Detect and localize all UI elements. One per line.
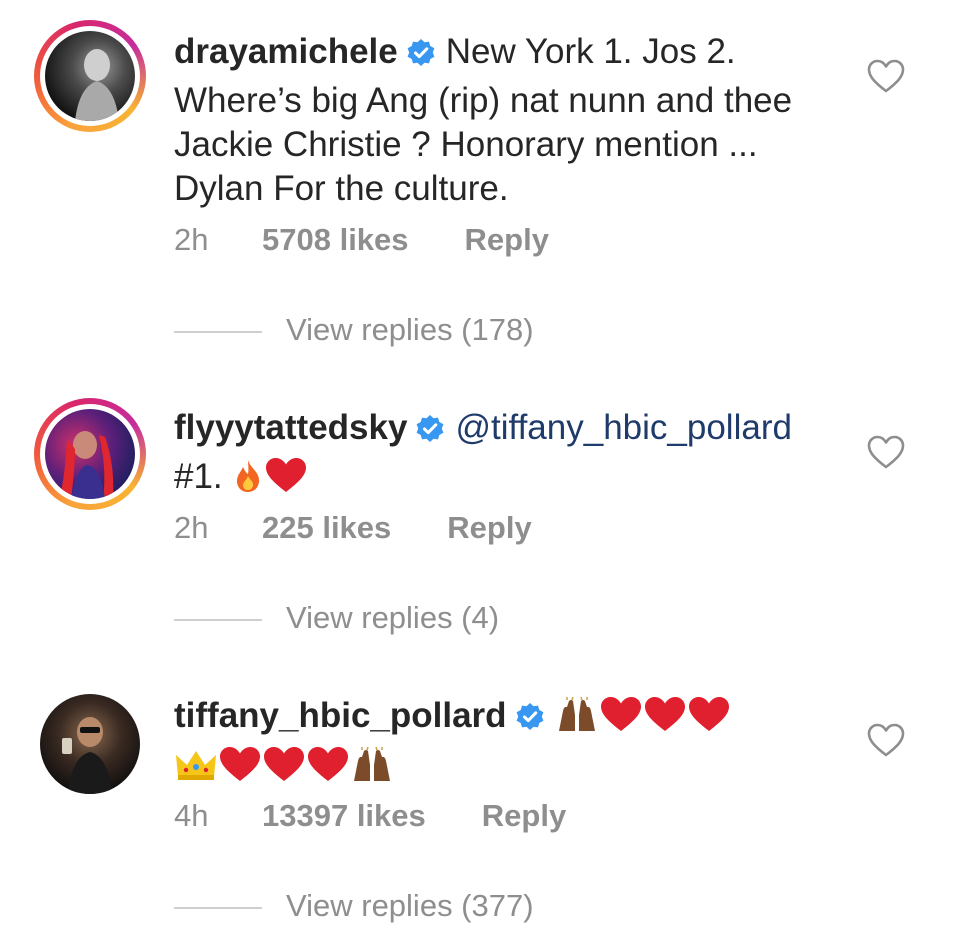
fire-emoji (232, 458, 264, 505)
red-heart-emoji (262, 745, 306, 794)
view-replies-button[interactable]: View replies (377) (174, 888, 534, 924)
raising-hands-emoji (350, 746, 394, 794)
comment-time: 2h (174, 510, 209, 545)
comment-username[interactable]: flyyytattedsky (174, 408, 407, 447)
raising-hands-emoji (555, 696, 599, 744)
comment-username[interactable]: tiffany_hbic_pollard (174, 696, 507, 735)
view-replies-label: View replies (4) (286, 600, 500, 635)
likes-count[interactable]: 225 likes (262, 510, 391, 546)
reply-button[interactable]: Reply (447, 510, 531, 546)
like-heart-icon[interactable] (866, 722, 906, 758)
view-replies-button[interactable]: View replies (4) (174, 600, 499, 636)
crown-emoji (174, 747, 218, 794)
comment-time: 4h (174, 798, 209, 833)
like-heart-icon[interactable] (866, 434, 906, 470)
verified-badge-icon (415, 411, 445, 455)
verified-badge-icon (406, 35, 436, 79)
comment-time: 2h (174, 222, 209, 257)
red-heart-emoji (218, 745, 262, 794)
mention-link[interactable]: @tiffany_hbic_pollard (455, 408, 791, 447)
comment-text: New York 1. Jos 2. (445, 32, 736, 71)
avatar[interactable] (40, 694, 140, 794)
likes-count[interactable]: 5708 likes (262, 222, 409, 258)
likes-count[interactable]: 13397 likes (262, 798, 426, 834)
comment-username[interactable]: drayamichele (174, 32, 398, 71)
red-heart-emoji (687, 695, 731, 744)
red-heart-emoji (643, 695, 687, 744)
comment-text: Where’s big Ang (rip) nat nunn and thee … (174, 81, 793, 208)
avatar[interactable] (34, 20, 146, 132)
red-heart-emoji (306, 745, 350, 794)
divider-line (174, 618, 262, 621)
view-replies-label: View replies (377) (286, 888, 534, 923)
reply-button[interactable]: Reply (482, 798, 566, 834)
view-replies-label: View replies (178) (286, 312, 534, 347)
view-replies-button[interactable]: View replies (178) (174, 312, 534, 348)
red-heart-emoji (599, 695, 643, 744)
reply-button[interactable]: Reply (465, 222, 549, 258)
verified-badge-icon (515, 699, 545, 743)
red-heart-emoji (264, 456, 308, 505)
avatar[interactable] (34, 398, 146, 510)
divider-line (174, 330, 262, 333)
like-heart-icon[interactable] (866, 58, 906, 94)
comment-text: #1. (174, 457, 223, 496)
divider-line (174, 906, 262, 909)
